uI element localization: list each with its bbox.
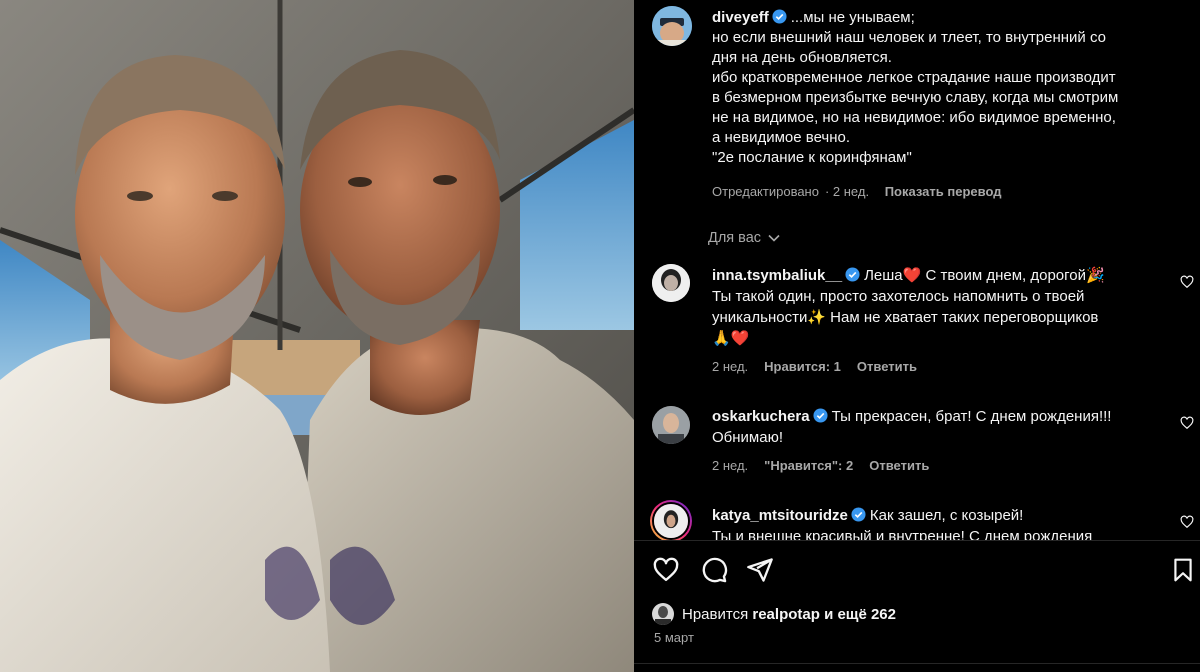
bookmark-icon[interactable] <box>1170 556 1196 584</box>
author-avatar-image <box>652 6 692 46</box>
caption-line: "2е послание к коринфянам" <box>712 149 912 166</box>
comment-time: 2 нед. <box>712 458 749 473</box>
comment-like-heart-icon[interactable] <box>1180 416 1194 430</box>
comment-meta: 2 нед. "Нравится": 2 Ответить <box>712 458 1188 473</box>
divider <box>634 663 1200 664</box>
verified-badge-icon <box>845 267 860 282</box>
caption-line: но если внешний наш человек и тлеет, то … <box>712 29 1106 46</box>
comment-username[interactable]: inna.tsymbaliuk__ <box>712 267 842 284</box>
likes-summary[interactable]: Нравится realpotap и ещё 262 <box>652 603 896 625</box>
commenter-avatar-image <box>652 406 690 444</box>
caption-line: ибо кратковременное легкое страдание наш… <box>712 69 1116 86</box>
caption-line: дня на день обновляется. <box>712 49 892 66</box>
comment-likes-link[interactable]: "Нравится": 2 <box>764 458 853 473</box>
comment-text: Как зашел, с козырей! <box>869 507 1024 524</box>
edited-label: Отредактировано <box>712 184 819 199</box>
comment-item: inna.tsymbaliuk__ Леша❤️ С твоим днем, до… <box>712 265 1194 374</box>
caption-line: а невидимое вечно. <box>712 129 851 146</box>
commenter-avatar[interactable] <box>652 264 690 302</box>
post-photo[interactable] <box>0 0 634 672</box>
comments-scroll-area[interactable]: diveyeff ...мы не унываем; но если внешни… <box>634 0 1200 540</box>
chevron-down-icon <box>768 234 780 242</box>
comment-text: уникальности✨ Нам не хватает таких перег… <box>712 309 1099 326</box>
verified-badge-icon <box>851 507 866 522</box>
liker-avatar <box>652 603 674 625</box>
comment-text: 🙏❤️ <box>712 330 750 347</box>
caption-meta: Отредактировано · 2 нед. Показать перевод <box>712 184 1007 199</box>
caption-line: в безмерном преизбытке вечную славу, ког… <box>712 89 1119 106</box>
comment-text: Ты такой один, просто захотелось напомни… <box>712 288 1085 305</box>
commenter-avatar-story-ring[interactable] <box>650 500 692 540</box>
post-date: 5 март <box>654 630 694 645</box>
verified-badge-icon <box>772 9 787 24</box>
verified-badge-icon <box>813 408 828 423</box>
likes-count[interactable]: и ещё 262 <box>824 606 896 623</box>
comment-like-heart-icon[interactable] <box>1180 275 1194 289</box>
comment-item: katya_mtsitouridze Как зашел, с козырей! … <box>712 505 1194 540</box>
comment-text: Обнимаю! <box>712 429 783 446</box>
commenter-avatar-image <box>652 502 690 540</box>
instagram-post-view: diveyeff ...мы не унываем; но если внешни… <box>0 0 1200 672</box>
commenter-avatar-image <box>652 264 690 302</box>
comment-username[interactable]: oskarkuchera <box>712 408 810 425</box>
author-avatar[interactable] <box>652 6 692 46</box>
caption-line: ...мы не унываем; <box>790 9 915 26</box>
comment-text: Ты и внешне красивый и внутренне! С днем… <box>712 528 1093 540</box>
comment-bubble-icon[interactable] <box>700 556 728 584</box>
show-translation-link[interactable]: Показать перевод <box>885 184 1002 199</box>
comments-sort-label: Для вас <box>708 230 762 246</box>
paper-plane-icon[interactable] <box>746 556 774 584</box>
caption-line: не на видимое, но на невидимое: ибо види… <box>712 109 1116 126</box>
post-actions-bar <box>652 556 1200 586</box>
selfie-mirror-photo <box>0 0 634 672</box>
comment-like-heart-icon[interactable] <box>1180 515 1194 529</box>
divider <box>634 540 1200 541</box>
heart-icon[interactable] <box>652 556 680 584</box>
likes-prefix: Нравится <box>682 605 749 623</box>
comment-text: Ты прекрасен, брат! С днем рождения!!! <box>831 408 1112 425</box>
comment-likes-link[interactable]: Нравится: 1 <box>764 359 841 374</box>
author-username[interactable]: diveyeff <box>712 9 769 26</box>
post-side-panel: diveyeff ...мы не унываем; но если внешни… <box>634 0 1200 672</box>
liker-avatar-image <box>652 603 674 625</box>
comment-item: oskarkuchera Ты прекрасен, брат! С днем р… <box>712 406 1194 473</box>
edited-time: · 2 нед. <box>824 184 870 199</box>
likes-user[interactable]: realpotap <box>752 606 820 623</box>
comment-time: 2 нед. <box>712 359 749 374</box>
comments-sort-dropdown[interactable]: Для вас <box>708 230 781 246</box>
comment-meta: 2 нед. Нравится: 1 Ответить <box>712 359 1188 374</box>
comment-reply-button[interactable]: Ответить <box>869 458 929 473</box>
comment-username[interactable]: katya_mtsitouridze <box>712 507 848 524</box>
comment-text: Леша❤️ С твоим днем, дорогой🎉 <box>864 267 1105 284</box>
comment-reply-button[interactable]: Ответить <box>857 359 917 374</box>
post-caption: diveyeff ...мы не унываем; но если внешни… <box>712 8 1192 168</box>
commenter-avatar[interactable] <box>652 406 690 444</box>
